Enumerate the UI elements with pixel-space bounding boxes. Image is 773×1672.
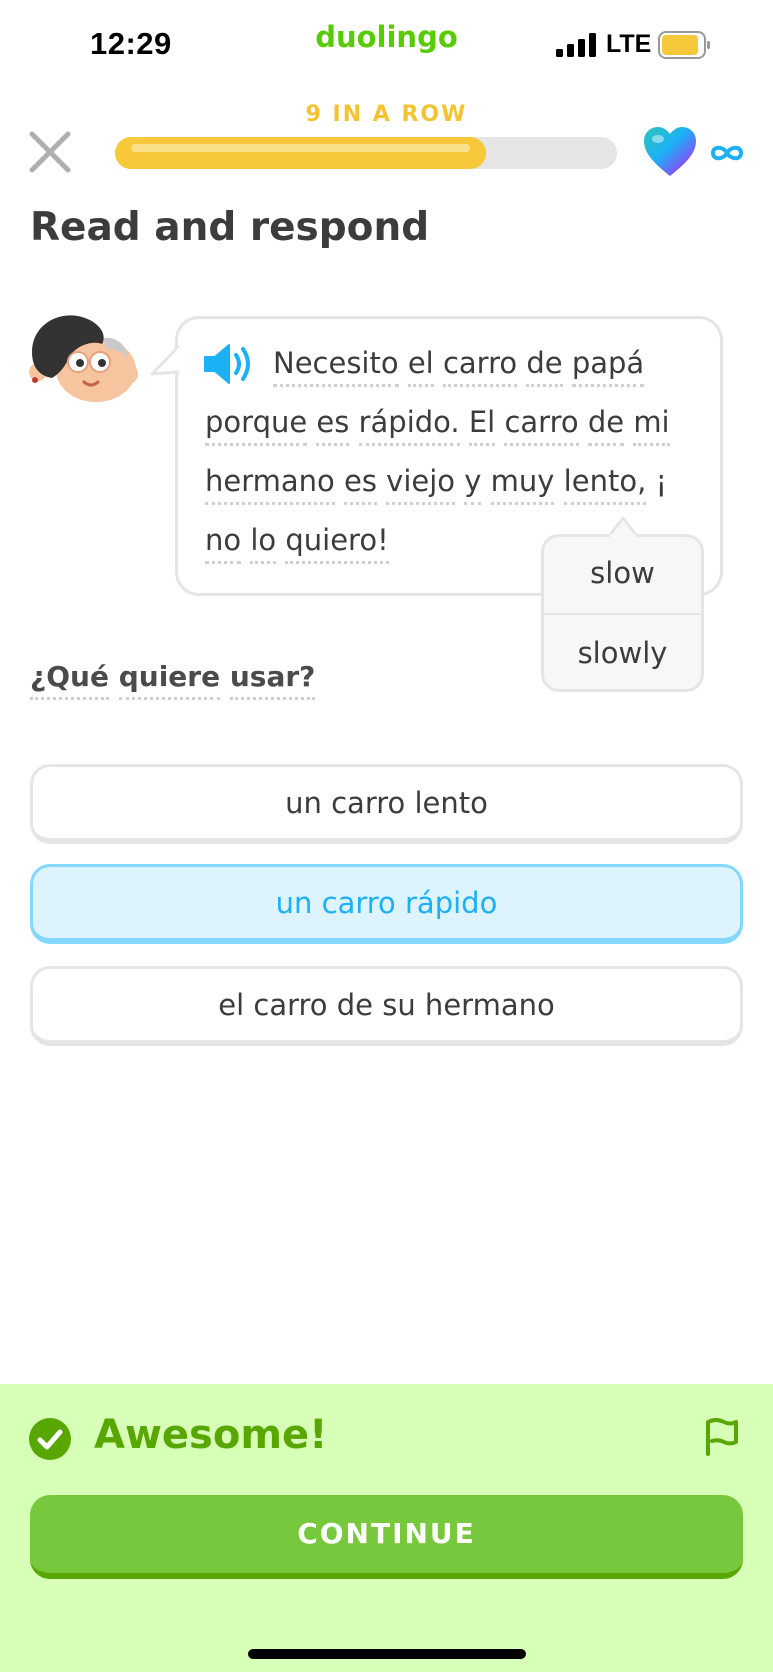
passage-word[interactable]: Necesito: [273, 346, 399, 387]
passage-word[interactable]: es: [344, 464, 377, 505]
passage-word[interactable]: no: [205, 523, 242, 564]
passage-word-active[interactable]: lento,: [563, 464, 647, 505]
question-word[interactable]: ¿Qué: [30, 660, 109, 700]
passage-line-2: porque es rápido. El carro de mi: [205, 405, 670, 446]
passage-word[interactable]: papá: [571, 346, 645, 387]
continue-button[interactable]: CONTINUE: [30, 1495, 743, 1579]
hint-option-slow[interactable]: slow: [544, 556, 701, 590]
passage-word[interactable]: rápido.: [358, 405, 460, 446]
battery-icon: [658, 31, 710, 59]
network-label: LTE: [606, 30, 652, 58]
flag-icon[interactable]: [700, 1414, 744, 1458]
passage-word[interactable]: viejo: [386, 464, 456, 505]
passage-word[interactable]: carro: [442, 346, 518, 387]
passage-word[interactable]: carro: [504, 405, 579, 446]
answer-option-2-selected[interactable]: un carro rápido: [30, 864, 743, 944]
feedback-message: Awesome!: [94, 1412, 328, 1458]
question-word[interactable]: quiere: [118, 660, 221, 700]
lesson-progress-bar: [115, 137, 617, 169]
passage-word[interactable]: lo: [250, 523, 277, 564]
passage-line-3: hermano es viejo y muy lento, ¡: [205, 464, 668, 505]
passage-word[interactable]: de: [526, 346, 563, 387]
check-circle-icon: [29, 1418, 71, 1460]
speaker-icon[interactable]: [203, 342, 255, 386]
close-icon[interactable]: [26, 128, 74, 176]
tooltip-divider: [544, 613, 701, 615]
question-text: ¿Qué quiere usar?: [30, 660, 316, 700]
infinity-icon: [708, 138, 746, 168]
progress-fill: [115, 137, 487, 169]
hint-option-slowly[interactable]: slowly: [544, 636, 701, 670]
passage-punctuation: ¡: [655, 464, 668, 498]
passage-word[interactable]: de: [587, 405, 625, 446]
character-avatar: [29, 315, 138, 402]
question-word[interactable]: usar?: [229, 660, 316, 700]
home-indicator[interactable]: [248, 1649, 526, 1659]
passage-word[interactable]: mi: [633, 405, 670, 446]
progress-shine: [131, 144, 471, 152]
passage-word[interactable]: porque: [205, 405, 308, 446]
passage-word[interactable]: hermano: [205, 464, 335, 505]
passage-word[interactable]: El: [468, 405, 496, 446]
passage-word[interactable]: el: [407, 346, 434, 387]
passage-word[interactable]: muy: [490, 464, 555, 505]
passage-line-1: Necesito el carro de papá: [273, 346, 645, 387]
streak-label: 9 IN A ROW: [305, 102, 468, 127]
speech-bubble-tail: [150, 344, 180, 376]
tooltip-arrow: [608, 516, 638, 537]
answer-option-1[interactable]: un carro lento: [30, 764, 743, 844]
passage-word[interactable]: quiero!: [285, 523, 389, 564]
signal-icon: [556, 33, 596, 57]
heart-icon[interactable]: [642, 126, 698, 178]
passage-word[interactable]: es: [316, 405, 350, 446]
exercise-title: Read and respond: [30, 205, 430, 250]
answer-option-3[interactable]: el carro de su hermano: [30, 966, 743, 1046]
passage-word[interactable]: y: [464, 464, 482, 505]
passage-line-4: no lo quiero!: [205, 523, 389, 564]
